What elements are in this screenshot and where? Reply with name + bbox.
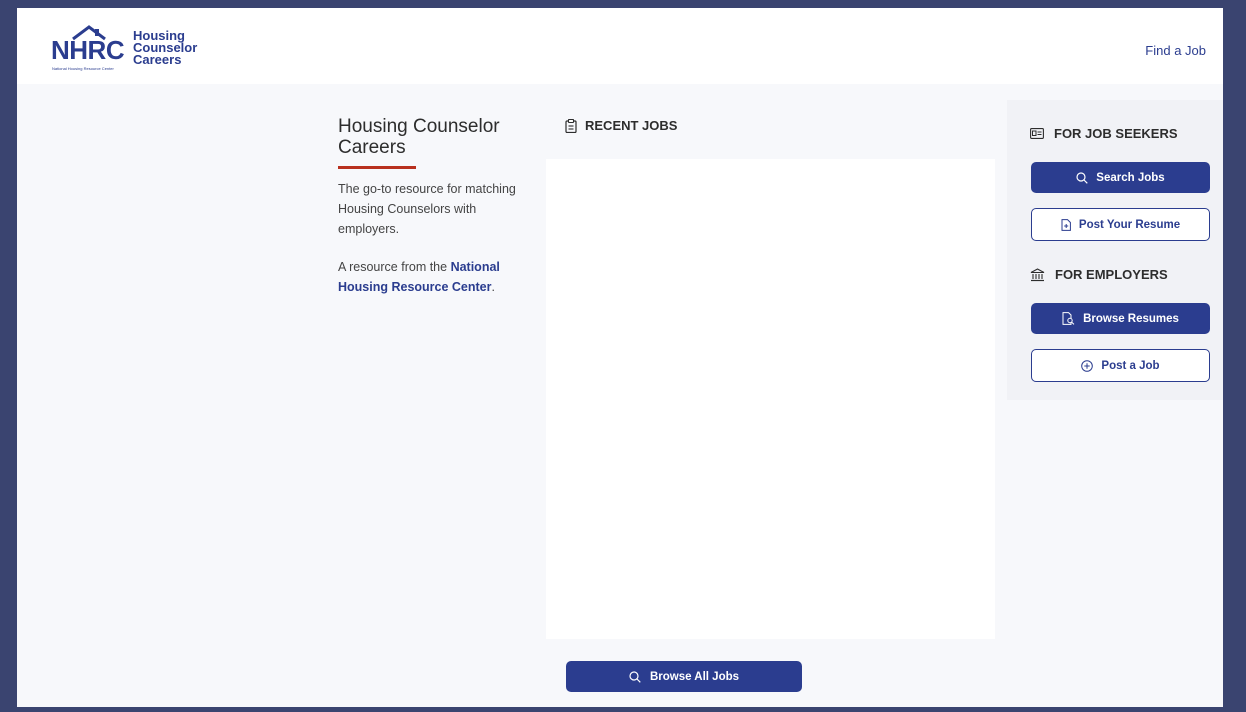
logo-line-careers: Careers: [133, 52, 182, 67]
browse-resumes-button[interactable]: Browse Resumes: [1031, 303, 1210, 334]
employers-heading: FOR EMPLOYERS: [1030, 267, 1168, 282]
recent-jobs-panel: [546, 159, 995, 639]
recent-jobs-heading: RECENT JOBS: [565, 118, 677, 133]
document-plus-icon: [1061, 218, 1071, 231]
intro-section: Housing Counselor Careers The go-to reso…: [338, 116, 528, 297]
job-seekers-label: FOR JOB SEEKERS: [1054, 126, 1178, 141]
intro-resource-note: A resource from the National Housing Res…: [338, 257, 528, 297]
post-job-label: Post a Job: [1101, 359, 1160, 372]
logo-letters: NHRC: [51, 35, 125, 65]
resource-prefix-text: A resource from the: [338, 260, 451, 274]
intro-description: The go-to resource for matching Housing …: [338, 182, 516, 236]
site-logo[interactable]: NHRC National Housing Resource Center Ho…: [51, 24, 201, 76]
top-navigation-bar: NHRC National Housing Resource Center Ho…: [17, 8, 1223, 84]
page-title: Housing Counselor Careers: [338, 116, 500, 158]
post-job-button[interactable]: Post a Job: [1031, 349, 1210, 382]
browse-all-jobs-button[interactable]: Browse All Jobs: [566, 661, 802, 692]
nav-find-a-job-link[interactable]: Find a Job: [1145, 43, 1206, 58]
bank-building-icon: [1030, 267, 1045, 282]
logo-subtitle: National Housing Resource Center: [52, 66, 114, 71]
search-icon: [629, 670, 641, 683]
title-underline: [338, 166, 416, 169]
recent-jobs-label: RECENT JOBS: [585, 118, 678, 133]
page-frame: NHRC National Housing Resource Center Ho…: [17, 8, 1223, 707]
search-jobs-label: Search Jobs: [1096, 171, 1165, 184]
search-jobs-button[interactable]: Search Jobs: [1031, 162, 1210, 193]
document-search-icon: [1062, 312, 1075, 325]
resource-suffix-text: .: [491, 280, 495, 294]
post-resume-label: Post Your Resume: [1078, 218, 1181, 231]
post-resume-button[interactable]: Post Your Resume: [1031, 208, 1210, 241]
job-seekers-heading: FOR JOB SEEKERS: [1030, 126, 1178, 141]
id-card-icon: [1030, 128, 1044, 139]
plus-circle-icon: [1081, 359, 1094, 372]
browse-resumes-label: Browse Resumes: [1083, 312, 1179, 325]
employers-label: FOR EMPLOYERS: [1055, 267, 1168, 282]
browse-all-jobs-label: Browse All Jobs: [649, 670, 740, 683]
clipboard-icon: [565, 118, 577, 133]
search-icon: [1076, 171, 1089, 184]
logo-wordmark: Housing Counselor Careers: [133, 29, 197, 67]
